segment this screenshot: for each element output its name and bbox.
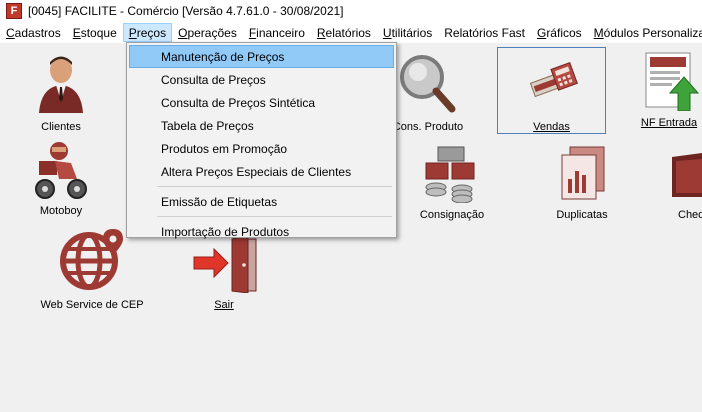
precos-dropdown-menu: Manutenção de Preços Consulta de Preços … [126,42,397,239]
person-icon [39,56,83,113]
shortcut-nf-entrada[interactable]: NF Entrada [634,51,702,133]
shortcut-motoboy[interactable]: Motoboy [28,139,94,223]
menu-separator [157,216,392,217]
menu-operacoes[interactable]: Operações [172,23,243,42]
shortcut-label: NF Entrada [640,117,698,129]
window-title: [0045] FACILITE - Comércio [Versão 4.7.6… [28,4,344,18]
shortcut-label: Web Service de CEP [40,299,144,311]
shortcut-consignacao[interactable]: Consignação [412,145,492,225]
shortcut-label: Motoboy [39,205,83,217]
menu-relatorios[interactable]: Relatórios [311,23,377,42]
shortcut-label: Clientes [41,121,81,133]
shortcut-sair[interactable]: Sair [186,235,262,317]
shortcut-label: Cheq [678,209,702,221]
menu-precos[interactable]: Preços [122,23,173,42]
exit-door-icon [193,235,257,293]
menu-item-emissao-de-etiquetas[interactable]: Emissão de Etiquetas [129,190,394,213]
wallet-icon [672,153,702,197]
cash-register-icon [529,61,578,98]
menu-graficos[interactable]: Gráficos [531,23,588,42]
menu-bar: Cadastros Estoque Preços Operações Finan… [0,22,702,43]
magnifier-icon [400,55,456,113]
menu-item-tabela-de-precos[interactable]: Tabela de Preços [129,114,394,137]
globe-location-icon [60,229,123,290]
menu-item-importacao-de-produtos[interactable]: Importação de Produtos [129,220,394,243]
menu-item-consulta-de-precos[interactable]: Consulta de Preços [129,68,394,91]
invoice-arrow-icon [645,52,700,111]
shortcut-label: Sair [214,299,234,311]
menu-separator [157,186,392,187]
menu-relatorios-fast[interactable]: Relatórios Fast [438,23,531,42]
shortcut-label: Duplicatas [556,209,608,221]
shortcut-vendas[interactable]: Vendas [497,47,606,134]
shortcut-duplicatas[interactable]: Duplicatas [546,145,618,225]
shortcut-clientes[interactable]: Clientes [28,53,94,133]
menu-utilitarios[interactable]: Utilitários [377,23,438,42]
shortcut-label: Consignação [419,209,485,221]
menu-estoque[interactable]: Estoque [67,23,123,42]
title-bar: F [0045] FACILITE - Comércio [Versão 4.7… [0,0,702,22]
shortcut-label: Vendas [533,121,570,133]
money-stack-icon [425,146,475,203]
motorcycle-icon [35,142,87,199]
menu-item-produtos-em-promocao[interactable]: Produtos em Promoção [129,137,394,160]
shortcut-label: Cons. Produto [392,121,464,133]
menu-financeiro[interactable]: Financeiro [243,23,311,42]
documents-icon [561,146,605,200]
menu-item-manutencao-de-precos[interactable]: Manutenção de Preços [129,45,394,68]
menu-item-consulta-de-precos-sintetica[interactable]: Consulta de Preços Sintética [129,91,394,114]
menu-modulos-personalizados[interactable]: Módulos Personaliza [588,23,702,42]
app-logo-icon: F [6,3,22,19]
menu-cadastros[interactable]: Cadastros [0,23,67,42]
shortcut-cheques[interactable]: Cheq [668,145,702,225]
shortcut-cons-produto[interactable]: Cons. Produto [392,53,464,133]
menu-item-altera-precos-especiais[interactable]: Altera Preços Especiais de Clientes [129,160,394,183]
